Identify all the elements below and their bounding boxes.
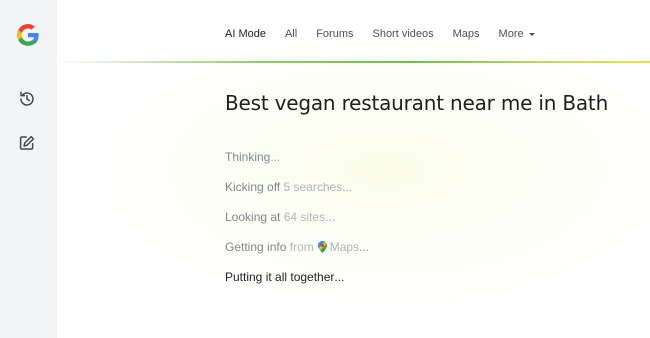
step-source: Maps — [329, 240, 360, 254]
step-looking-at: Looking at 64 sites... — [225, 210, 369, 240]
progress-steps: Thinking... Kicking off 5 searches... Lo… — [225, 150, 369, 300]
step-detail: 5 searches — [283, 180, 343, 194]
search-tabs: AI Mode All Forums Short videos Maps Mor… — [225, 26, 535, 42]
step-ellipsis: ... — [334, 270, 345, 284]
maps-pin-icon — [317, 241, 327, 253]
caret-down-icon — [528, 33, 535, 36]
step-ellipsis: ... — [325, 210, 336, 224]
tab-short-videos[interactable]: Short videos — [372, 28, 433, 40]
step-getting-info: Getting info from Maps... — [225, 240, 369, 270]
tab-more[interactable]: More — [499, 28, 535, 40]
new-chat-button[interactable] — [15, 133, 39, 157]
query-title: Best vegan restaurant near me in Bath — [225, 91, 609, 115]
progress-gradient-line — [57, 61, 650, 63]
step-label: Looking at — [225, 210, 281, 224]
tab-all[interactable]: All — [285, 28, 297, 40]
main-content: AI Mode All Forums Short videos Maps Mor… — [57, 0, 650, 338]
left-rail — [0, 0, 57, 338]
step-label: Thinking — [225, 150, 271, 164]
step-kicking-off: Kicking off 5 searches... — [225, 180, 369, 210]
tab-maps[interactable]: Maps — [453, 28, 480, 40]
ai-mode-page: AI Mode All Forums Short videos Maps Mor… — [0, 0, 650, 338]
step-ellipsis: ... — [359, 240, 370, 254]
step-ellipsis: ... — [342, 180, 353, 194]
tab-forums[interactable]: Forums — [316, 28, 353, 40]
step-label: Putting it all together — [225, 270, 335, 284]
history-button[interactable] — [15, 89, 39, 113]
history-icon — [18, 90, 36, 113]
step-ellipsis: ... — [270, 150, 281, 164]
tab-more-label: More — [498, 28, 524, 40]
step-thinking: Thinking... — [225, 150, 369, 180]
step-label: Kicking off — [225, 180, 281, 194]
step-label: Getting info — [225, 240, 287, 254]
step-detail: 64 sites — [283, 210, 326, 224]
step-putting-together: Putting it all together... — [225, 270, 369, 300]
tab-ai-mode[interactable]: AI Mode — [225, 28, 266, 40]
step-detail: from — [289, 240, 314, 254]
google-logo-icon[interactable] — [15, 22, 41, 48]
edit-icon — [18, 134, 36, 157]
